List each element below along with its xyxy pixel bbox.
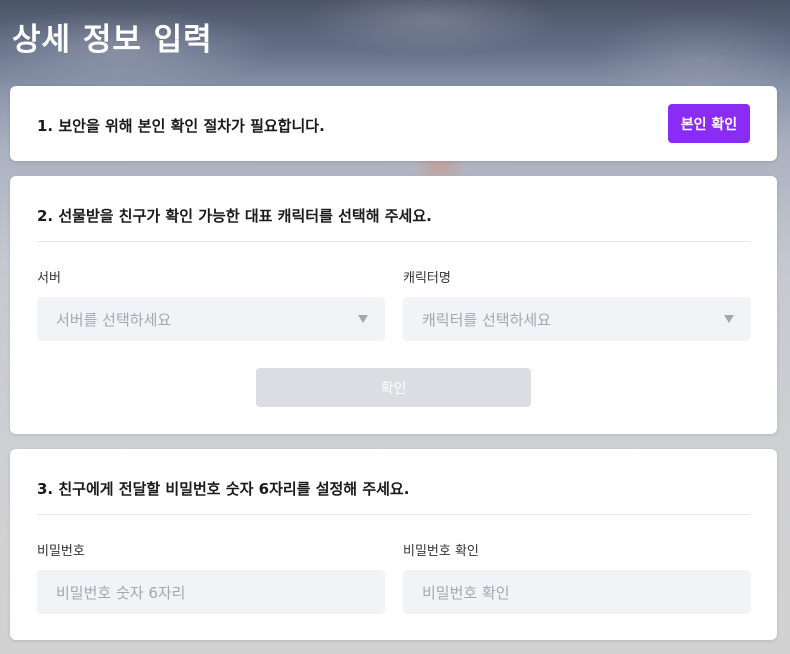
character-select[interactable]: 캐릭터를 선택하세요	[403, 297, 751, 341]
character-select-placeholder: 캐릭터를 선택하세요	[422, 310, 551, 329]
step2-title: 2. 선물받을 친구가 확인 가능한 대표 캐릭터를 선택해 주세요.	[37, 207, 432, 225]
password-setup-card: 3. 친구에게 전달할 비밀번호 숫자 6자리를 설정해 주세요. 비밀번호 비…	[10, 449, 777, 640]
password-input[interactable]: 비밀번호 숫자 6자리	[37, 570, 385, 614]
step1-title: 1. 보안을 위해 본인 확인 절차가 필요합니다.	[37, 117, 325, 135]
chevron-down-icon	[358, 315, 368, 323]
identity-verification-card: 1. 보안을 위해 본인 확인 절차가 필요합니다. 본인 확인	[10, 86, 777, 161]
chevron-down-icon	[724, 315, 734, 323]
password-confirm-input[interactable]: 비밀번호 확인	[403, 570, 751, 614]
confirm-button[interactable]: 확인	[256, 368, 531, 407]
server-label: 서버	[37, 271, 61, 286]
password-confirm-label: 비밀번호 확인	[403, 544, 479, 559]
server-select-placeholder: 서버를 선택하세요	[56, 310, 172, 329]
divider	[37, 514, 750, 515]
step3-title: 3. 친구에게 전달할 비밀번호 숫자 6자리를 설정해 주세요.	[37, 480, 410, 498]
identity-verify-button[interactable]: 본인 확인	[668, 104, 750, 143]
character-label: 캐릭터명	[403, 271, 451, 286]
password-label: 비밀번호	[37, 544, 85, 559]
divider	[37, 241, 750, 242]
character-select-card: 2. 선물받을 친구가 확인 가능한 대표 캐릭터를 선택해 주세요. 서버 서…	[10, 176, 777, 434]
password-confirm-input-placeholder: 비밀번호 확인	[422, 583, 510, 602]
server-select[interactable]: 서버를 선택하세요	[37, 297, 385, 341]
password-input-placeholder: 비밀번호 숫자 6자리	[56, 583, 186, 602]
page-title: 상세 정보 입력	[12, 22, 213, 58]
